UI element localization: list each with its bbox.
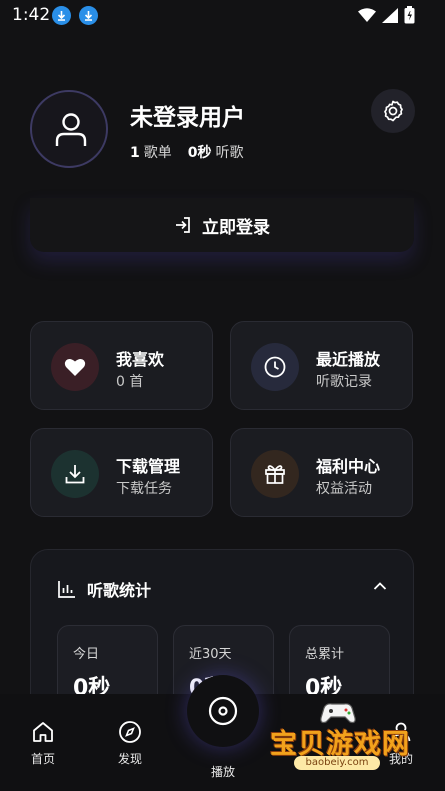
clock-icon [251, 343, 299, 391]
watermark-logo: 宝贝游戏网 baobeiy.com [268, 700, 418, 784]
tile-downloads[interactable]: 下载管理 下载任务 [30, 428, 213, 517]
tile-recent[interactable]: 最近播放 听歌记录 [230, 321, 413, 410]
compass-icon [119, 721, 141, 743]
tile-subtitle: 权益活动 [316, 481, 372, 497]
play-button[interactable] [187, 675, 259, 747]
username: 未登录用户 [130, 105, 245, 131]
tile-title: 下载管理 [116, 457, 181, 476]
tile-rewards[interactable]: 福利中心 权益活动 [230, 428, 413, 517]
avatar[interactable] [30, 90, 108, 168]
nav-home-label: 首页 [30, 752, 55, 766]
gear-icon [384, 100, 403, 122]
listen-time-value: 0秒 [187, 145, 212, 161]
gift-icon [251, 450, 299, 498]
signal-icon [382, 7, 398, 23]
battery-icon [404, 6, 415, 24]
nav-discover[interactable]: 发现 [100, 720, 160, 767]
nav-discover-label: 发现 [117, 752, 142, 766]
heart-icon [51, 343, 99, 391]
download-notification-icon [52, 6, 71, 25]
playlists-count: 1 [130, 145, 140, 161]
download-icon [51, 450, 99, 498]
login-label: 立即登录 [202, 217, 270, 238]
status-time: 1:42 [12, 5, 51, 25]
listening-stats-title: 听歌统计 [87, 581, 152, 600]
playlists-label: 歌单 [143, 145, 172, 161]
tile-title: 最近播放 [316, 350, 381, 369]
login-button[interactable]: 立即登录 [30, 198, 414, 252]
bar-chart-icon [58, 581, 75, 598]
tile-subtitle: 听歌记录 [316, 374, 372, 390]
stat-label: 今日 [73, 647, 100, 662]
tile-subtitle: 0 首 [116, 374, 144, 390]
listen-time-label: 听歌 [215, 145, 244, 161]
tile-title: 我喜欢 [116, 350, 165, 369]
status-bar: 1:42 [0, 0, 445, 30]
tile-subtitle: 下载任务 [116, 481, 172, 497]
settings-button[interactable] [371, 89, 415, 133]
wifi-icon [358, 7, 376, 22]
stat-label: 总累计 [305, 647, 345, 662]
nav-home[interactable]: 首页 [13, 720, 73, 767]
tile-title: 福利中心 [316, 457, 381, 476]
playlists-stat[interactable]: 1 歌单 [130, 142, 172, 162]
tile-favorites[interactable]: 我喜欢 0 首 [30, 321, 213, 410]
watermark-url: baobeiy.com [294, 756, 380, 770]
listen-time-stat[interactable]: 0秒 听歌 [188, 142, 244, 162]
login-icon [176, 217, 190, 233]
chevron-up-icon[interactable] [373, 581, 387, 591]
listening-stats-header[interactable]: 听歌统计 [57, 577, 151, 601]
disc-icon [208, 696, 238, 726]
profile-stats: 1 歌单 0秒 听歌 [130, 142, 244, 162]
user-icon [55, 113, 87, 146]
stat-label: 近30天 [189, 647, 232, 662]
nav-play-label: 播放 [210, 765, 235, 779]
download-notification-icon [79, 6, 98, 25]
home-icon [33, 722, 53, 742]
